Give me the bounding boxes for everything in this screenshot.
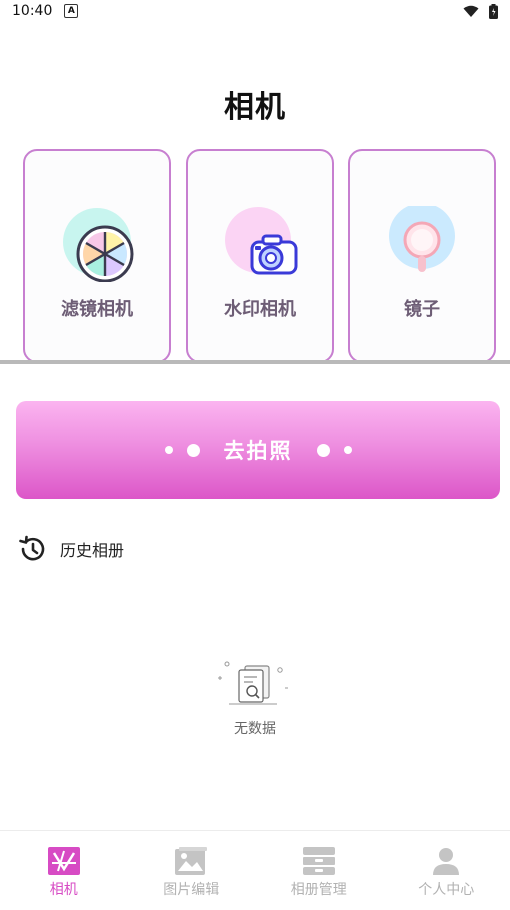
- color-wheel-icon: [59, 206, 135, 282]
- mirror-card[interactable]: 镜子: [348, 149, 496, 363]
- history-label: 历史相册: [60, 537, 124, 561]
- camera-tab-icon: [48, 847, 80, 875]
- nav-label: 图片编辑: [163, 879, 219, 899]
- battery-icon: [489, 4, 498, 19]
- decor-dot: [317, 444, 330, 457]
- bottom-nav: 相机 图片编辑 相册管理 个人中心: [0, 830, 510, 910]
- wifi-icon: [463, 5, 479, 18]
- empty-document-icon: [215, 658, 295, 710]
- watermark-camera-card[interactable]: 水印相机: [186, 149, 334, 363]
- nav-label: 相机: [50, 879, 78, 899]
- history-icon: [18, 535, 46, 563]
- card-label: 水印相机: [188, 295, 332, 321]
- take-photo-label: 去拍照: [224, 435, 293, 465]
- card-label: 滤镜相机: [25, 295, 169, 321]
- decor-dot: [165, 446, 173, 454]
- nav-tab-profile[interactable]: 个人中心: [383, 831, 510, 910]
- archive-icon: [303, 847, 335, 875]
- camera-mode-cards: 滤镜相机 水印相机 镜子: [23, 149, 498, 364]
- camera-icon: [222, 206, 298, 282]
- nav-tab-camera[interactable]: 相机: [0, 831, 128, 910]
- status-bar: 10:40 A: [0, 0, 510, 22]
- nav-label: 个人中心: [418, 879, 474, 899]
- notification-a-icon: A: [64, 4, 78, 18]
- empty-state: 无数据: [0, 658, 510, 738]
- take-photo-button[interactable]: 去拍照: [16, 401, 500, 499]
- filter-camera-card[interactable]: 滤镜相机: [23, 149, 171, 363]
- user-icon: [433, 847, 459, 875]
- image-icon: [175, 847, 207, 875]
- decor-dot: [344, 446, 352, 454]
- page-title: 相机: [0, 82, 510, 126]
- nav-tab-album-manage[interactable]: 相册管理: [255, 831, 383, 910]
- nav-tab-image-edit[interactable]: 图片编辑: [128, 831, 256, 910]
- status-time: 10:40: [12, 3, 52, 19]
- hand-mirror-icon: [384, 206, 460, 282]
- divider: [0, 360, 510, 364]
- decor-dot: [187, 444, 200, 457]
- history-album-link[interactable]: 历史相册: [18, 535, 124, 563]
- empty-text: 无数据: [0, 718, 510, 738]
- nav-label: 相册管理: [291, 879, 347, 899]
- card-label: 镜子: [350, 295, 494, 321]
